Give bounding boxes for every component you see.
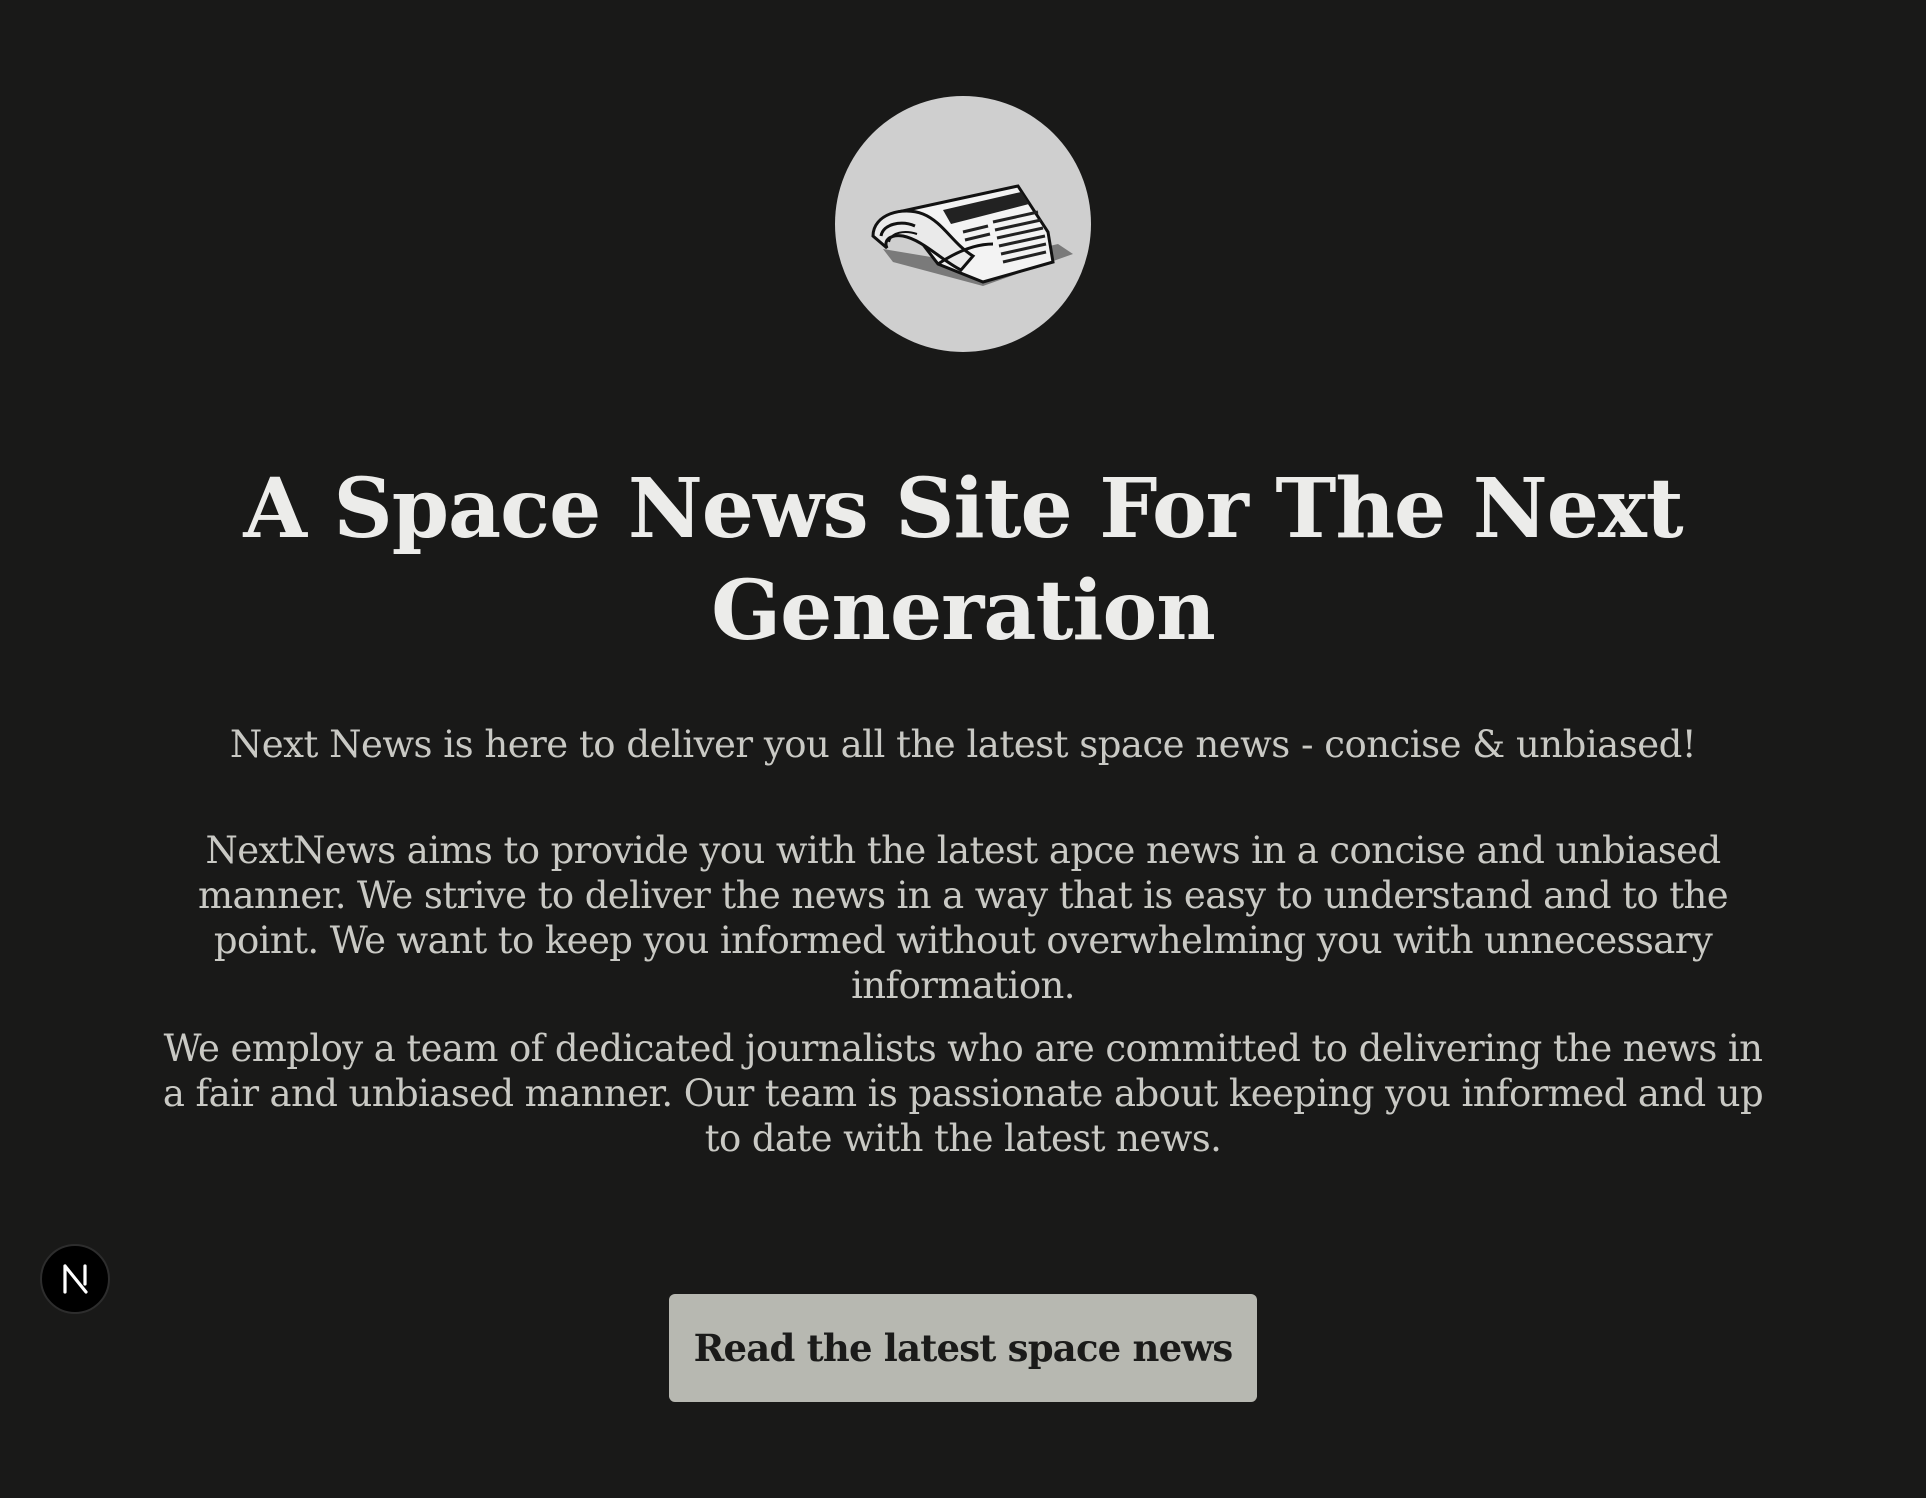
nextjs-logo-icon [63,1264,88,1294]
site-logo [835,96,1091,352]
tagline-text: Next News is here to deliver you all the… [229,723,1697,766]
page-headline: A Space News Site For The Next Generatio… [243,461,1683,659]
read-latest-news-button[interactable]: Read the latest space news [669,1294,1257,1402]
newspaper-icon [871,184,1073,286]
nextjs-dev-badge[interactable] [40,1244,110,1314]
team-paragraph: We employ a team of dedicated journalist… [162,1027,1764,1160]
about-paragraph: NextNews aims to provide you with the la… [197,829,1729,1007]
